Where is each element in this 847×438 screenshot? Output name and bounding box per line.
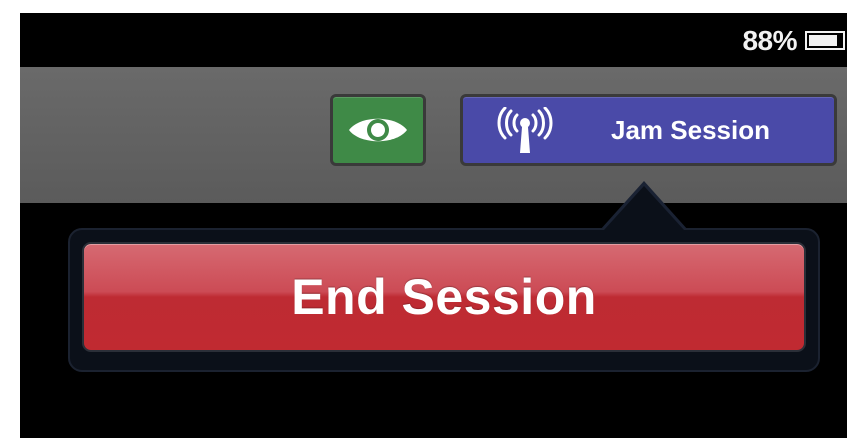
device-screen: 88% Jam Session End Session [20,13,847,438]
popover-arrow-fill [604,186,684,230]
view-button[interactable] [330,94,426,166]
battery-percentage: 88% [742,25,797,56]
status-bar: 88% [20,13,847,67]
end-session-label: End Session [291,269,597,325]
toolbar: Jam Session [20,67,847,203]
jam-session-button[interactable]: Jam Session [460,94,837,166]
end-session-button[interactable]: End Session [82,242,806,352]
battery-icon [805,31,845,50]
antenna-icon [497,107,553,153]
jam-session-label: Jam Session [611,115,770,145]
eye-icon [349,118,407,142]
